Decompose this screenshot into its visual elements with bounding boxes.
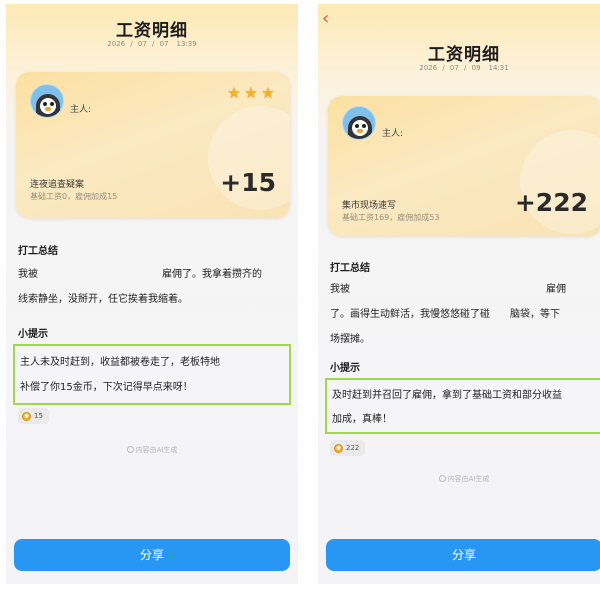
summary-title: 打工总结	[18, 246, 58, 257]
summary-title: 打工总结	[330, 263, 370, 274]
salary-detail-screen-right: ‹ 工资明细 2026 / 07 / 09 14:31 主人: 集市现场速写 基础…	[318, 4, 600, 584]
star-icon: ★	[244, 84, 258, 102]
coin-icon: ●	[334, 443, 343, 453]
coin-badge: ● 15	[18, 408, 49, 424]
ai-icon	[438, 475, 446, 482]
summary-text: 我被 雇佣了。我拿着攒齐的 线索静坐，没掰开，任它挨着我缩着。	[18, 262, 288, 312]
summary-line1-a: 我被	[330, 284, 350, 295]
summary-line1-a: 我被	[18, 269, 38, 280]
tip-line2: 补偿了你15金币，下次记得早点来呀！	[20, 382, 193, 393]
job-detail: 基础工资0，雇佣加成15	[30, 192, 118, 201]
salary-card: 主人: ★ ★ ★ 连夜追查疑案 基础工资0，雇佣加成15 +15	[16, 72, 290, 218]
record-datetime: 2026 / 07 / 09 14:31	[318, 64, 600, 72]
coin-badge: ● 222	[330, 440, 366, 456]
salary-card: 主人: 集市现场速写 基础工资169，雇佣加成53 +222	[328, 96, 600, 236]
record-datetime: 2026 / 07 / 07 13:39	[6, 40, 298, 48]
ai-icon	[126, 446, 134, 453]
tip-line1-a: 主人未及时赶到，收益都被	[20, 357, 140, 368]
tip-box: 及时赶到并召回了雇佣，拿到了基础工资和部分收益 加成，真棒！	[325, 378, 600, 434]
card-decoration	[520, 130, 600, 234]
job-detail: 基础工资169，雇佣加成53	[342, 213, 440, 222]
penguin-avatar	[30, 84, 64, 118]
job-name: 集市现场速写	[342, 201, 397, 211]
summary-line1-b: 雇佣了。我拿着攒齐的	[162, 269, 262, 280]
coin-icon: ●	[22, 411, 31, 421]
summary-line2-b: 脑袋，等下	[510, 309, 560, 320]
record-date: 2026 / 07 / 09	[419, 64, 481, 72]
record-time: 13:39	[176, 40, 197, 48]
salary-detail-screen-left: 工资明细 2026 / 07 / 07 13:39 主人: ★ ★ ★ 连夜追查疑…	[6, 4, 298, 584]
rating-stars: ★ ★ ★	[226, 85, 276, 101]
page-title: 工资明细	[116, 21, 188, 41]
ai-generated-note: 内容由AI生成	[318, 474, 600, 484]
job-name: 连夜追查疑案	[30, 180, 85, 190]
tip-box: 主人未及时赶到，收益都被卷走了，老板特地 补偿了你15金币，下次记得早点来呀！	[13, 344, 291, 405]
summary-text: 我被 雇佣 了。画得生动鲜活，我慢悠悠碰了碰 脑袋，等下 场摆摊。	[330, 277, 600, 352]
star-icon: ★	[227, 84, 241, 102]
share-button[interactable]: 分享	[326, 539, 600, 571]
coin-amount: 222	[346, 444, 360, 452]
share-button[interactable]: 分享	[14, 539, 290, 571]
tip-title: 小提示	[330, 363, 360, 374]
summary-line2: 线索静坐，没掰开，任它挨着我缩着。	[18, 294, 188, 305]
owner-label: 主人:	[70, 105, 92, 115]
tip-line1-b: 卷走了，老板特地	[140, 357, 220, 368]
back-arrow-icon[interactable]: ‹	[322, 10, 338, 28]
tip-line2: 加成，真棒！	[332, 414, 392, 425]
coin-amount: 15	[34, 412, 43, 420]
star-icon: ★	[261, 84, 275, 102]
record-time: 14:31	[488, 64, 509, 72]
record-date: 2026 / 07 / 07	[107, 40, 169, 48]
earnings-amount: +15	[220, 168, 276, 197]
ai-generated-note: 内容由AI生成	[6, 445, 298, 455]
summary-line2-a: 了。画得生动鲜活，我慢悠悠碰了碰	[330, 309, 490, 320]
penguin-avatar	[342, 106, 376, 140]
page-title: 工资明细	[428, 45, 500, 65]
summary-line1-b: 雇佣	[546, 284, 566, 295]
tip-line1: 及时赶到并召回了雇佣，拿到了基础工资和部分收益	[332, 390, 562, 401]
tip-title: 小提示	[18, 329, 48, 340]
summary-line3: 场摆摊。	[330, 334, 370, 345]
earnings-amount: +222	[514, 188, 588, 217]
owner-label: 主人:	[382, 129, 404, 139]
